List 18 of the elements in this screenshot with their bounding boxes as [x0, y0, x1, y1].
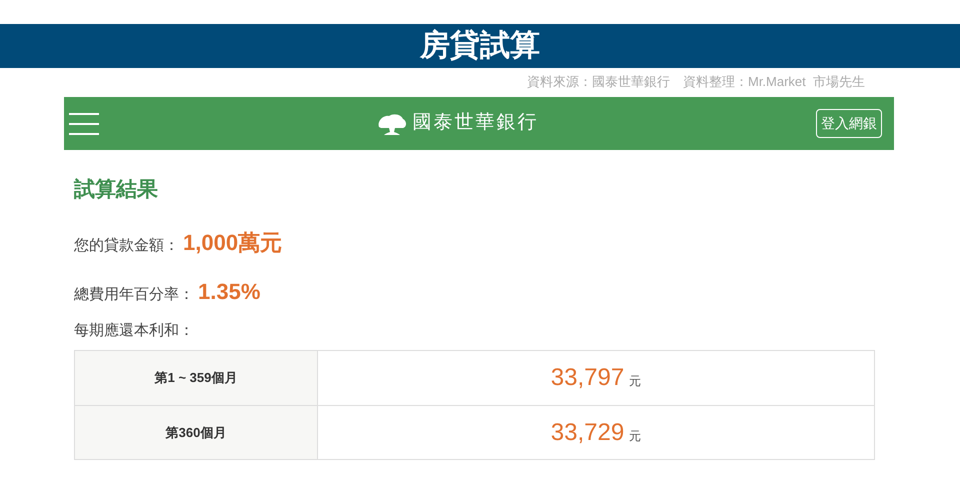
- field-label: 總費用年百分率：: [74, 284, 194, 304]
- field-value: 1.35%: [198, 278, 260, 306]
- amount-value: 33,729: [550, 418, 624, 448]
- amount-unit: 元: [629, 373, 642, 390]
- payment-label: 每期應還本利和：: [74, 320, 195, 340]
- field-label: 您的貸款金額：: [74, 236, 179, 256]
- amount-value: 33,797: [550, 363, 624, 393]
- result-heading: 試算結果: [74, 177, 159, 203]
- login-button[interactable]: 登入網銀: [816, 109, 882, 138]
- banner-title: 房貸試算: [420, 31, 540, 61]
- period-cell: 第1 ~ 359個月: [75, 351, 318, 405]
- field-value: 1,000萬元: [183, 228, 282, 256]
- period-cell: 第360個月: [75, 406, 318, 459]
- tree-logo-icon: [376, 112, 406, 134]
- source-note: 資料來源：國泰世華銀行 資料整理：Mr.Market 市場先生: [526, 73, 865, 91]
- bank-name: 國泰世華銀行: [412, 111, 538, 136]
- menu-icon[interactable]: [69, 112, 99, 134]
- amount-unit: 元: [629, 428, 642, 444]
